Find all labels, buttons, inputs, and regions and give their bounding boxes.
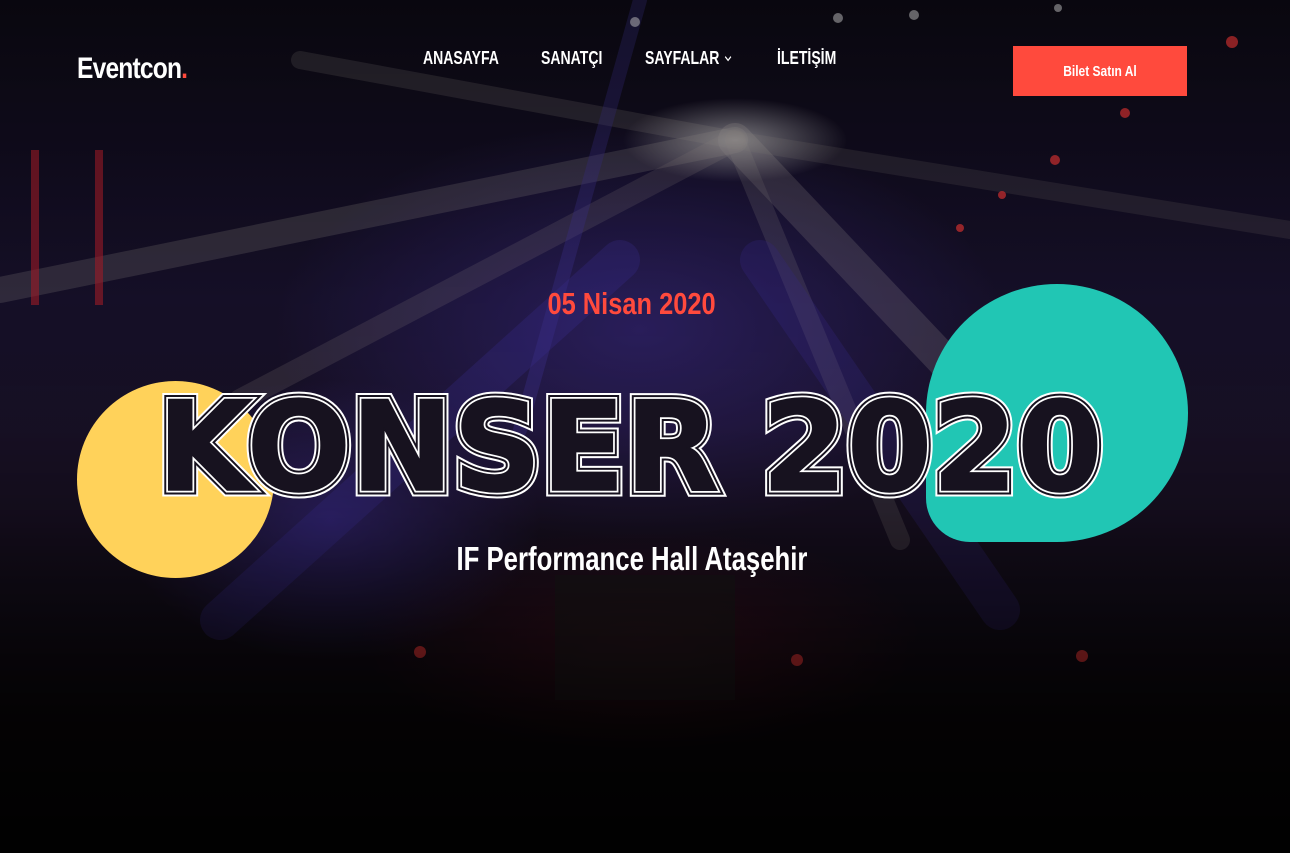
nav-item-sanatci[interactable]: SANATÇI [541, 48, 602, 69]
nav-item-iletisim[interactable]: İLETİŞİM [777, 48, 836, 69]
buy-ticket-button[interactable]: Bilet Satın Al [1013, 46, 1187, 96]
event-venue: IF Performance Hall Ataşehir [0, 540, 1263, 578]
nav-item-sayfalar[interactable]: SAYFALAR [645, 48, 733, 69]
event-title: KONSER 2020 KONSER 2020 KONSER 2020 KONS… [151, 380, 1109, 510]
logo[interactable]: Eventcon. [77, 52, 188, 86]
logo-dot: . [181, 52, 188, 85]
title-stripe-layer: KONSER 2020 [158, 380, 1103, 510]
buy-ticket-label: Bilet Satın Al [1063, 62, 1137, 80]
nav-item-anasayfa[interactable]: ANASAYFA [423, 48, 499, 69]
event-date-text: 05 Nisan 2020 [547, 286, 716, 321]
nav-item-label: SAYFALAR [645, 47, 720, 68]
event-venue-text: IF Performance Hall Ataşehir [456, 540, 807, 577]
chevron-down-icon [725, 55, 732, 61]
nav-item-label: SANATÇI [541, 47, 603, 68]
nav-item-label: İLETİŞİM [777, 47, 837, 68]
event-date: 05 Nisan 2020 [0, 286, 1263, 322]
logo-text: Eventcon [77, 52, 182, 85]
nav-item-label: ANASAYFA [423, 47, 499, 68]
hero-section: Eventcon. ANASAYFA SANATÇI SAYFALAR İLET… [0, 0, 1290, 853]
